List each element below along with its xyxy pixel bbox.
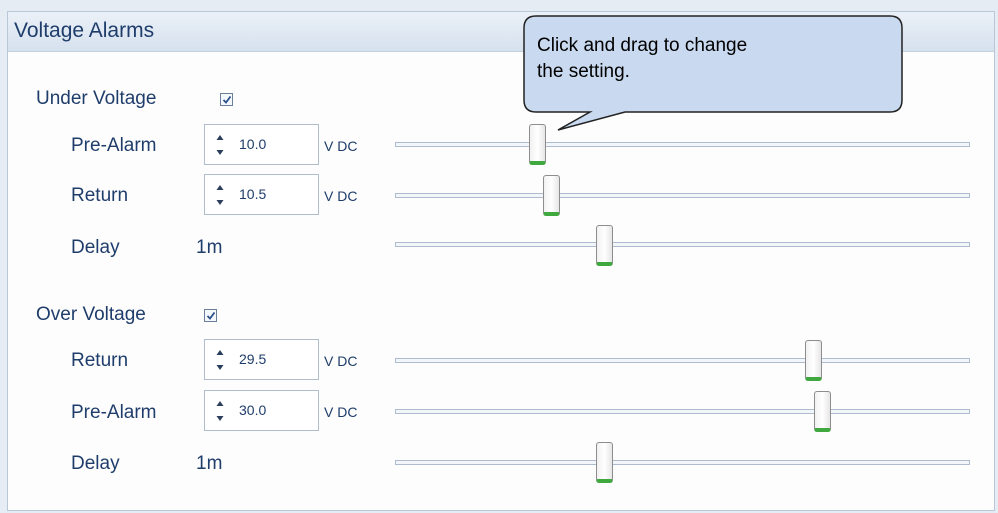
tooltip-text: Click and drag to change the setting. <box>537 33 897 85</box>
tooltip-line-1: Click and drag to change <box>537 35 748 56</box>
tooltip-line-2: the setting. <box>537 61 630 82</box>
